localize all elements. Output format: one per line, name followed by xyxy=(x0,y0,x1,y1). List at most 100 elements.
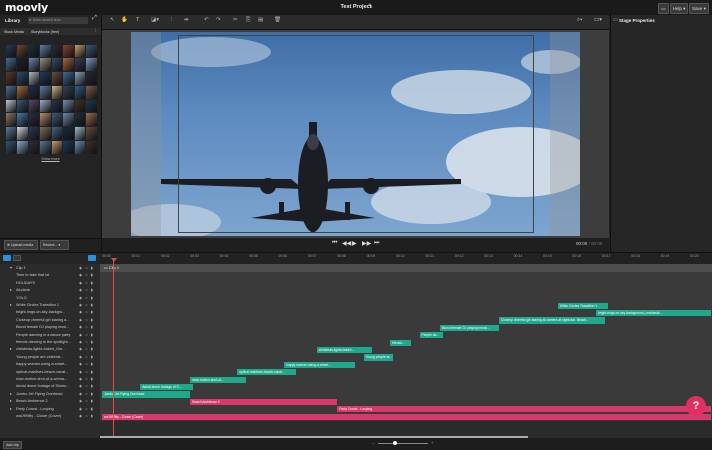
media-thumbnail[interactable] xyxy=(86,72,97,85)
more-options-icon[interactable]: ⋮ xyxy=(93,28,98,34)
media-thumbnail[interactable] xyxy=(51,113,62,127)
tab-storyblocks[interactable]: Storyblocks (free) xyxy=(31,30,59,34)
media-thumbnail[interactable] xyxy=(74,127,85,141)
media-thumbnail[interactable] xyxy=(40,141,51,154)
media-thumbnail[interactable] xyxy=(17,58,28,72)
media-thumbnail[interactable] xyxy=(28,99,39,113)
layer-visibility-lock-delete-icons[interactable]: ◉ ⌂ ▮ xyxy=(79,332,94,339)
timeline-item-bar[interactable]: Closeup cheerful girl staring at camera … xyxy=(498,317,605,324)
media-thumbnail[interactable] xyxy=(5,44,16,58)
media-thumbnail[interactable] xyxy=(74,113,85,127)
playhead[interactable] xyxy=(113,258,114,436)
cut-icon[interactable]: ✂ xyxy=(233,17,238,23)
media-thumbnail[interactable] xyxy=(74,58,85,72)
shapes-icon[interactable]: ◪▾ xyxy=(151,17,159,23)
zoom-slider[interactable] xyxy=(378,443,428,444)
layer-row[interactable]: ▸ White Circles Transition 1 ◉ ⌂ ▮ xyxy=(2,302,100,309)
layer-row[interactable]: ▸ Airplane ◉ ⌂ ▮ xyxy=(2,287,100,294)
layer-visibility-lock-delete-icons[interactable]: ◉ ⌂ ▮ xyxy=(79,295,94,302)
media-thumbnail[interactable] xyxy=(28,127,39,141)
media-thumbnail[interactable] xyxy=(74,44,85,58)
media-thumbnail[interactable] xyxy=(86,99,97,113)
media-thumbnail[interactable] xyxy=(63,127,74,141)
align-icon[interactable]: ⫶ xyxy=(171,17,172,24)
media-thumbnail[interactable] xyxy=(86,58,97,72)
timeline-item-bar[interactable]: Young people ar... xyxy=(363,354,394,361)
media-thumbnail[interactable] xyxy=(74,72,85,85)
media-thumbnail[interactable] xyxy=(28,72,39,85)
add-clip-button[interactable]: Add clip xyxy=(3,441,22,449)
media-thumbnail[interactable] xyxy=(28,58,39,72)
media-thumbnail[interactable] xyxy=(28,44,39,58)
layer-visibility-lock-delete-icons[interactable]: ◉ ⌂ ▮ xyxy=(79,287,94,294)
media-thumbnail[interactable] xyxy=(63,99,74,113)
layer-visibility-lock-delete-icons[interactable]: ◉ ⌂ ▮ xyxy=(79,369,94,376)
pointer-icon[interactable]: ↖ xyxy=(110,17,115,23)
show-more-link[interactable]: Show more xyxy=(0,157,101,161)
media-thumbnail[interactable] xyxy=(86,113,97,127)
grid-view-icon[interactable] xyxy=(3,255,11,261)
layer-row[interactable]: optical-maldives-beach-vacat... ◉ ⌂ ▮ xyxy=(2,369,100,376)
layer-visibility-lock-delete-icons[interactable]: ◉ ⌂ ▮ xyxy=(79,398,94,405)
layer-row[interactable]: Closeup cheerful girl staring a... ◉ ⌂ ▮ xyxy=(2,317,100,324)
media-thumbnail[interactable] xyxy=(74,141,85,154)
media-thumbnail[interactable] xyxy=(74,99,85,113)
media-thumbnail[interactable] xyxy=(28,85,39,99)
step-forward-icon[interactable]: ▶▶ xyxy=(362,240,371,247)
media-thumbnail[interactable] xyxy=(17,141,28,154)
media-thumbnail[interactable] xyxy=(17,85,28,99)
tab-stock-media[interactable]: Stock Media xyxy=(4,30,24,34)
media-thumbnail[interactable] xyxy=(51,127,62,141)
skip-start-icon[interactable]: ⏮ xyxy=(332,240,337,247)
media-thumbnail[interactable] xyxy=(40,99,51,113)
media-thumbnail[interactable] xyxy=(40,44,51,58)
aspect-ratio-icon[interactable]: ▭▾ xyxy=(594,17,602,23)
layer-row[interactable]: People dancing in a dance party ◉ ⌂ ▮ xyxy=(2,332,100,339)
layer-visibility-lock-delete-icons[interactable]: ◉ ⌂ ▮ xyxy=(79,302,94,309)
zoom-icon[interactable]: ⌕▾ xyxy=(577,17,582,24)
media-thumbnail[interactable] xyxy=(51,99,62,113)
layer-visibility-lock-delete-icons[interactable]: ◉ ⌂ ▮ xyxy=(79,280,94,287)
layer-visibility-lock-delete-icons[interactable]: ◉ ⌂ ▮ xyxy=(79,406,94,413)
expand-chevron-icon[interactable]: ▸ xyxy=(10,391,12,398)
layer-row[interactable]: ▸ Jumbo Jet Flying Overhead ◉ ⌂ ▮ xyxy=(2,391,100,398)
play-icon[interactable]: ▶ xyxy=(352,240,357,247)
save-button[interactable]: Save ▾ xyxy=(689,3,709,14)
zoom-out-icon[interactable]: – xyxy=(372,440,374,445)
timeline-item-bar[interactable]: Party Crowd - Looping xyxy=(337,406,711,413)
media-thumbnail[interactable] xyxy=(40,113,51,127)
project-title[interactable]: Test Project xyxy=(0,4,712,10)
delete-icon[interactable]: 🗑 xyxy=(274,17,281,23)
timeline-item-bar[interactable]: optical-maldives-beach-vacat... xyxy=(237,369,297,376)
library-search-input[interactable]: ⌕ Enter search term xyxy=(28,16,88,24)
paste-icon[interactable]: ▤ xyxy=(258,17,263,23)
playhead-handle[interactable] xyxy=(110,258,117,262)
skip-end-icon[interactable]: ⏭ xyxy=(374,240,379,247)
layer-row[interactable]: Aerial drone footage of Shimo... ◉ ⌂ ▮ xyxy=(2,383,100,390)
layer-row[interactable]: ▸ Beach Ambience 2 ◉ ⌂ ▮ xyxy=(2,398,100,405)
redo-icon[interactable]: ↷ xyxy=(216,17,221,23)
distribute-icon[interactable]: ⇹ xyxy=(184,17,189,23)
media-thumbnail[interactable] xyxy=(51,58,62,72)
timeline-item-bar[interactable]: friends... xyxy=(390,339,411,346)
undo-icon[interactable]: ↶ xyxy=(204,17,209,23)
recent-select[interactable]: Recent... ▾ xyxy=(40,240,69,250)
timeline-item-bar[interactable]: bright-rings-on-sky-background_ccwkbwtk.… xyxy=(595,309,711,317)
media-thumbnail[interactable] xyxy=(40,127,51,141)
expand-chevron-icon[interactable]: ▾ xyxy=(10,265,12,272)
timeline-item-bar[interactable]: Aerial drone footage of S... xyxy=(140,383,194,391)
layer-row[interactable]: HOLIDAYS ◉ ⌂ ▮ xyxy=(2,280,100,287)
layer-visibility-lock-delete-icons[interactable]: ◉ ⌂ ▮ xyxy=(79,391,94,398)
layer-row[interactable]: slow-motion-shot-of-a-woma... ◉ ⌂ ▮ xyxy=(2,376,100,383)
zoom-slider-knob[interactable] xyxy=(393,441,397,445)
expand-icon[interactable]: ⤢ xyxy=(92,15,97,22)
layer-row[interactable]: ▸ christmas-lights-bokeh_Gm... ◉ ⌂ ▮ xyxy=(2,346,100,353)
layer-row[interactable]: YOLO ◉ ⌂ ▮ xyxy=(2,295,100,302)
media-thumbnail[interactable] xyxy=(17,99,28,113)
timeline-item-bar[interactable]: slow-motion-shot-of-... xyxy=(190,376,247,383)
layer-visibility-lock-delete-icons[interactable]: ◉ ⌂ ▮ xyxy=(79,309,94,316)
layer-visibility-lock-delete-icons[interactable]: ◉ ⌂ ▮ xyxy=(79,265,94,272)
help-chat-button[interactable]: ? xyxy=(686,396,706,416)
media-thumbnail[interactable] xyxy=(28,141,39,154)
media-thumbnail[interactable] xyxy=(5,85,16,99)
